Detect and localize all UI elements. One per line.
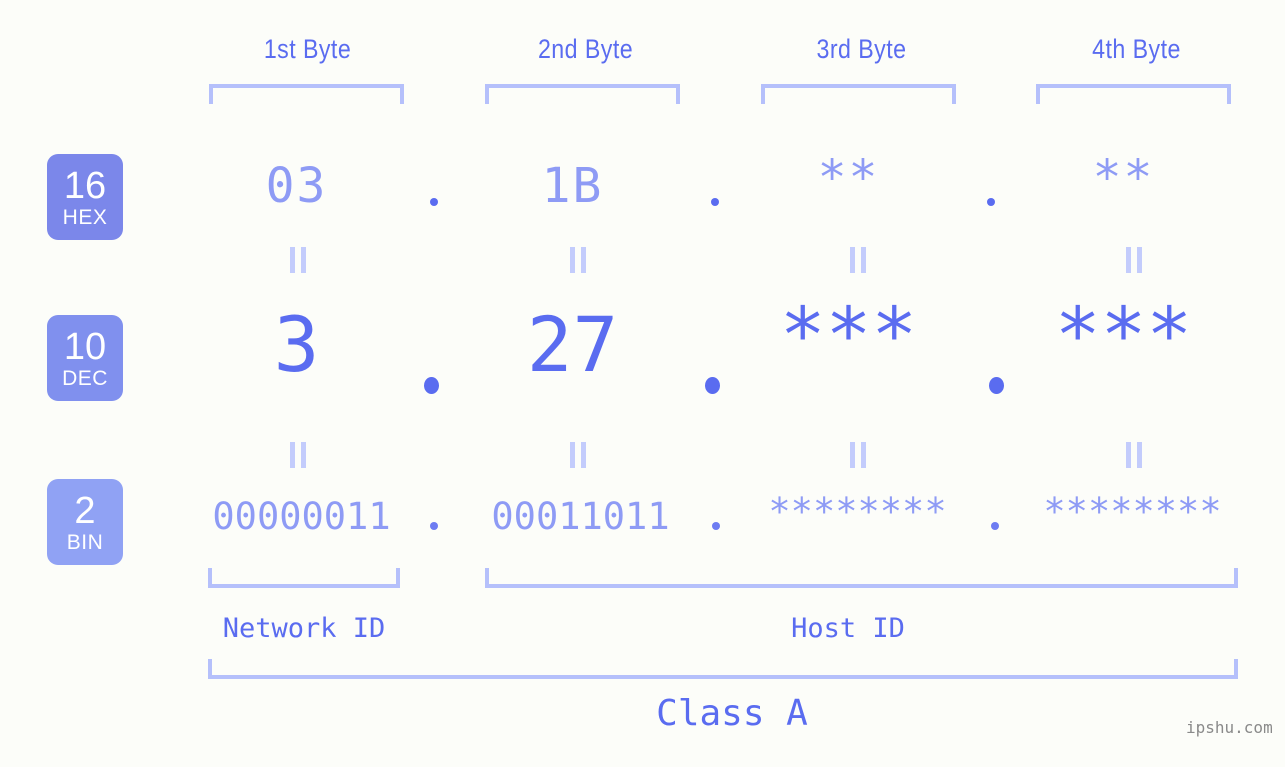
byte-label-3: 3rd Byte — [816, 34, 907, 64]
base-badge-hex-name: HEX — [62, 205, 108, 229]
dec-byte-4: *** — [1054, 290, 1193, 379]
hex-separator-dot-2 — [711, 198, 719, 206]
byte-label-4: 4th Byte — [1092, 34, 1181, 64]
bin-separator-dot-2 — [712, 522, 720, 530]
bin-separator-dot-1 — [430, 522, 438, 530]
byte-bracket-top-1 — [209, 84, 404, 104]
base-badge-dec-name: DEC — [62, 366, 108, 390]
watermark-ipshu: ipshu.com — [1186, 718, 1273, 737]
class-label: Class A — [656, 693, 808, 734]
byte-label-2: 2nd Byte — [537, 34, 634, 64]
byte-bracket-top-2 — [485, 84, 680, 104]
base-badge-dec: 10 DEC — [47, 315, 123, 401]
equals-connector-dec-bin-2 — [568, 442, 588, 468]
equals-connector-hex-dec-1 — [288, 247, 308, 273]
bin-byte-1: 00000011 — [212, 495, 391, 538]
bin-separator-dot-3 — [991, 522, 999, 530]
dec-separator-dot-1 — [424, 377, 439, 394]
base-badge-bin-number: 2 — [74, 489, 96, 532]
dec-separator-dot-2 — [705, 377, 720, 394]
class-bracket — [208, 659, 1238, 679]
byte-bracket-top-3 — [761, 84, 956, 104]
dec-byte-3: *** — [779, 290, 918, 379]
equals-connector-hex-dec-2 — [568, 247, 588, 273]
network-id-label: Network ID — [222, 613, 386, 644]
host-id-bracket — [485, 568, 1238, 588]
equals-connector-hex-dec-4 — [1124, 247, 1144, 273]
base-badge-bin: 2 BIN — [47, 479, 123, 565]
hex-byte-4: ** — [1092, 150, 1155, 206]
dec-byte-2: 27 — [526, 300, 619, 389]
hex-byte-1: 03 — [265, 158, 328, 214]
network-id-bracket — [208, 568, 400, 588]
hex-separator-dot-1 — [430, 198, 438, 206]
hex-byte-3: ** — [817, 150, 880, 206]
equals-connector-dec-bin-1 — [288, 442, 308, 468]
dec-separator-dot-3 — [989, 377, 1004, 394]
host-id-label: Host ID — [791, 613, 905, 644]
dec-byte-1: 3 — [273, 300, 320, 389]
byte-bracket-top-4 — [1036, 84, 1231, 104]
byte-label-1: 1st Byte — [263, 34, 352, 64]
bin-byte-2: 00011011 — [491, 495, 670, 538]
equals-connector-dec-bin-4 — [1124, 442, 1144, 468]
base-badge-bin-name: BIN — [66, 530, 104, 554]
base-badge-dec-number: 10 — [63, 325, 107, 368]
bin-byte-4: ******** — [1043, 490, 1222, 533]
ip-address-breakdown-diagram: 1st Byte 2nd Byte 3rd Byte 4th Byte 16 H… — [0, 0, 1285, 767]
hex-separator-dot-3 — [987, 198, 995, 206]
base-badge-hex-number: 16 — [63, 164, 107, 207]
base-badge-hex: 16 HEX — [47, 154, 123, 240]
hex-byte-2: 1B — [541, 158, 604, 214]
bin-byte-3: ******** — [768, 490, 947, 533]
equals-connector-hex-dec-3 — [848, 247, 868, 273]
equals-connector-dec-bin-3 — [848, 442, 868, 468]
